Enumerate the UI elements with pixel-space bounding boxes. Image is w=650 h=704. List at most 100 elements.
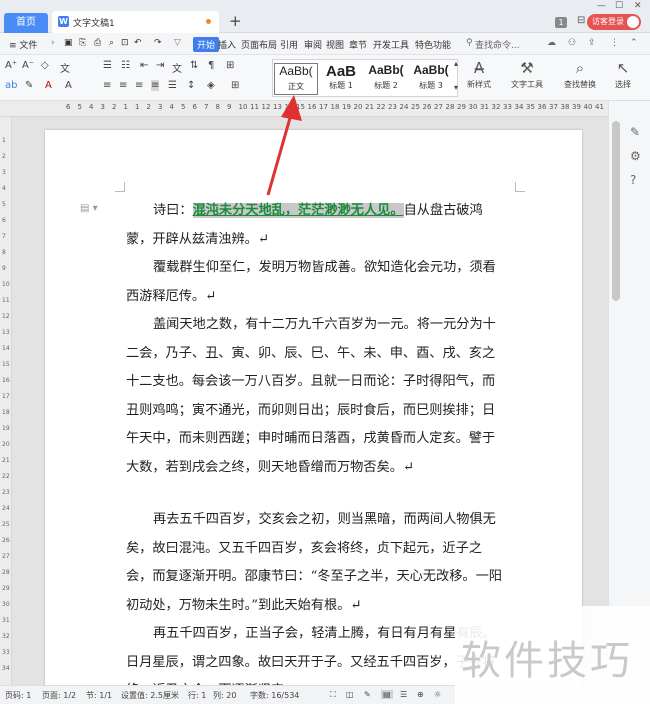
menu-tab-chapter[interactable]: 章节 bbox=[349, 38, 367, 51]
menu-tab-view[interactable]: 视图 bbox=[326, 38, 344, 51]
collaborate-icon[interactable]: ⚇ bbox=[568, 38, 576, 48]
font-color-icon[interactable]: A bbox=[45, 80, 52, 91]
web-view-icon[interactable]: ⊕ bbox=[417, 690, 424, 699]
menu-tab-insert[interactable]: 插入 bbox=[218, 38, 236, 51]
title-bar: 首页 W 文字文稿1 + 1 ⊟ 访客登录 — ☐ ✕ bbox=[0, 0, 650, 33]
collapse-ribbon-icon[interactable]: ⌃ bbox=[630, 38, 638, 48]
ruler-tick-label: 41 bbox=[595, 103, 604, 111]
maximize-icon[interactable]: ☐ bbox=[615, 1, 623, 11]
style-more-icon[interactable]: ▾ bbox=[454, 83, 458, 92]
undo-icon[interactable]: ↶ bbox=[134, 38, 142, 48]
increase-indent-icon[interactable]: ⇥ bbox=[156, 60, 164, 71]
menu-tab-dev-tools[interactable]: 开发工具 bbox=[373, 38, 409, 51]
borders-icon[interactable]: ⊞ bbox=[231, 80, 239, 91]
chinese-layout-icon[interactable]: 文 bbox=[172, 60, 182, 75]
ruler-tick-label: 21 bbox=[365, 103, 374, 111]
status-page[interactable]: 页面: 1/2 bbox=[42, 690, 76, 701]
strikethrough-icon[interactable]: ab bbox=[5, 80, 17, 91]
cloud-icon[interactable]: ☁ bbox=[547, 38, 556, 48]
paragraph-doc-icon[interactable]: ▤ ▾ bbox=[80, 203, 98, 214]
text-tools-button[interactable]: ⚒ 文字工具 bbox=[507, 59, 547, 90]
redo-icon[interactable]: ↷ bbox=[154, 38, 162, 48]
align-center-icon[interactable]: ≡ bbox=[119, 80, 127, 91]
quick-access-dropdown-icon[interactable]: ▽ bbox=[174, 38, 181, 48]
visitor-login-button[interactable]: 访客登录 bbox=[587, 14, 641, 30]
status-setting-value[interactable]: 设置值: 2.5厘米 bbox=[121, 690, 179, 701]
char-border-icon[interactable]: A bbox=[65, 80, 72, 91]
new-style-icon: A̶ bbox=[473, 59, 485, 77]
search-command-input[interactable]: 查找命令... bbox=[475, 38, 520, 51]
clear-format-icon[interactable]: ◇ bbox=[41, 60, 49, 71]
ruler-tick-label: 27 bbox=[434, 103, 443, 111]
select-button[interactable]: ↖ 选择 bbox=[608, 59, 638, 90]
eye-protection-icon[interactable]: ☼ bbox=[434, 690, 441, 699]
print-icon[interactable]: ⎙ bbox=[94, 38, 101, 48]
style-scroll-up-icon[interactable]: ▴ bbox=[454, 59, 458, 68]
more-icon[interactable]: ⋮ bbox=[610, 38, 619, 48]
highlight-icon[interactable]: ✎ bbox=[25, 80, 33, 91]
help-icon[interactable]: ? bbox=[630, 173, 636, 187]
menu-tab-review[interactable]: 审阅 bbox=[304, 38, 322, 51]
edit-pen-icon[interactable]: ✎ bbox=[630, 125, 640, 139]
find-replace-button[interactable]: ⌕ 查找替换 bbox=[560, 59, 600, 90]
home-tab[interactable]: 首页 bbox=[4, 13, 48, 33]
ruler-tick-label: 40 bbox=[583, 103, 593, 111]
indent-marker-icon[interactable]: ⊞ bbox=[226, 60, 234, 71]
ruler-tick-label: 11 bbox=[2, 297, 10, 304]
ruler-tick-label: 17 bbox=[2, 393, 10, 400]
show-marks-icon[interactable]: ¶ bbox=[208, 60, 214, 71]
menu-tab-start[interactable]: 开始 bbox=[193, 37, 220, 52]
vertical-ruler[interactable]: 1 2 3 4 5 6 7 8 9 10 11 12 13 14 15 16 17 18 19 20 21 22 23 24 2… bbox=[0, 117, 12, 685]
page-view-icon[interactable]: ▤ bbox=[381, 690, 393, 699]
selected-text[interactable]: 混沌未分天地乱，茫茫渺渺无人见。 bbox=[192, 203, 404, 218]
align-justify-icon[interactable]: ≡ bbox=[151, 80, 160, 91]
phonetic-icon[interactable]: 文 bbox=[60, 60, 70, 75]
format-painter-icon[interactable]: ⊡ bbox=[121, 38, 129, 48]
distributed-icon[interactable]: ☰ bbox=[168, 80, 177, 91]
settings-sliders-icon[interactable]: ⚙ bbox=[630, 149, 641, 163]
font-grow-icon[interactable]: A⁺ bbox=[5, 60, 17, 71]
align-right-icon[interactable]: ≡ bbox=[135, 80, 143, 91]
menu-tab-features[interactable]: 特色功能 bbox=[415, 38, 451, 51]
outline-view-icon[interactable]: ☰ bbox=[400, 690, 407, 699]
document-tab[interactable]: W 文字文稿1 bbox=[52, 11, 219, 33]
file-menu[interactable]: ≡ 文件 bbox=[9, 38, 37, 51]
share-icon[interactable]: ⇪ bbox=[588, 38, 596, 48]
numbered-list-icon[interactable]: ☷ bbox=[121, 60, 130, 71]
menu-tab-page-layout[interactable]: 页面布局 bbox=[241, 38, 277, 51]
status-column[interactable]: 列: 20 bbox=[213, 690, 236, 701]
full-screen-icon[interactable]: ⛶ bbox=[330, 690, 336, 700]
horizontal-ruler[interactable]: 6543211234567891011121314151617181920212… bbox=[0, 101, 650, 117]
status-word-count[interactable]: 字数: 16/534 bbox=[250, 690, 299, 701]
sort-icon[interactable]: ⇅ bbox=[190, 60, 198, 71]
save-icon[interactable]: ▣ bbox=[64, 38, 73, 48]
close-icon[interactable]: ✕ bbox=[634, 1, 642, 11]
ruler-tick-label: 10 bbox=[2, 281, 10, 288]
menu-tab-references[interactable]: 引用 bbox=[280, 38, 298, 51]
menu-arrow-icon[interactable]: › bbox=[51, 38, 55, 48]
writing-mode-icon[interactable]: ✎ bbox=[364, 690, 371, 699]
style-heading-3[interactable]: AaBb( 标题 3 bbox=[409, 63, 453, 95]
reading-mode-icon[interactable]: ◫ bbox=[346, 690, 354, 699]
minimize-icon[interactable]: — bbox=[597, 1, 606, 11]
new-style-button[interactable]: A̶ 新样式 bbox=[460, 59, 498, 90]
line-spacing-icon[interactable]: ↕ bbox=[187, 80, 195, 91]
status-section[interactable]: 节: 1/1 bbox=[86, 690, 112, 701]
vertical-scrollbar[interactable] bbox=[612, 121, 620, 301]
notification-count[interactable]: 1 bbox=[555, 17, 567, 28]
shading-icon[interactable]: ◈ bbox=[207, 80, 215, 91]
style-heading-1[interactable]: AaB 标题 1 bbox=[319, 63, 363, 95]
skin-icon[interactable]: ⊟ bbox=[577, 15, 585, 26]
find-replace-icon: ⌕ bbox=[575, 59, 585, 77]
status-row[interactable]: 行: 1 bbox=[188, 690, 206, 701]
bullet-list-icon[interactable]: ☰ bbox=[103, 60, 112, 71]
print-preview-icon[interactable]: ⌕ bbox=[109, 38, 114, 48]
new-tab-button[interactable]: + bbox=[229, 12, 242, 30]
font-shrink-icon[interactable]: A⁻ bbox=[22, 60, 34, 71]
align-left-icon[interactable]: ≡ bbox=[103, 80, 111, 91]
status-page-code[interactable]: 页码: 1 bbox=[5, 690, 31, 701]
export-pdf-icon[interactable]: ⎘ bbox=[79, 38, 86, 48]
decrease-indent-icon[interactable]: ⇤ bbox=[140, 60, 148, 71]
style-heading-2[interactable]: AaBb( 标题 2 bbox=[364, 63, 408, 95]
style-heading-2-label: 标题 2 bbox=[374, 81, 398, 90]
